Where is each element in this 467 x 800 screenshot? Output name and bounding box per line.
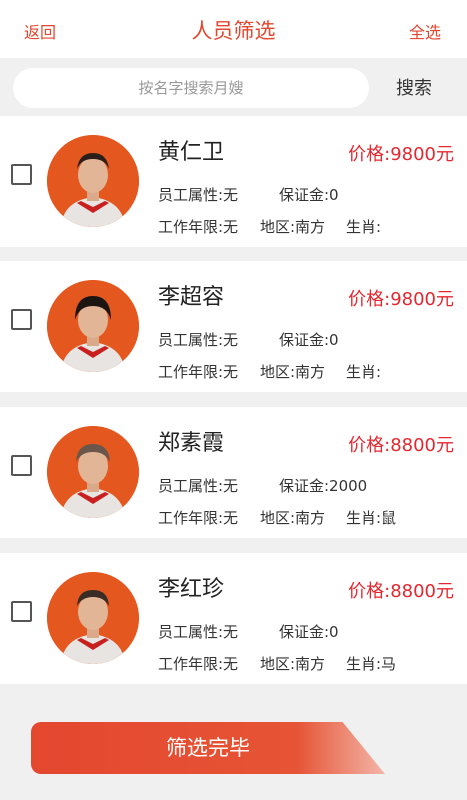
employee-card[interactable]: 黄仁卫 价格:9800元 员工属性:无 保证金:0 工作年限:无 地区:南方 生… bbox=[0, 116, 467, 247]
employee-years: 工作年限:无 bbox=[158, 363, 239, 381]
employee-price: 价格:8800元 bbox=[348, 435, 454, 456]
employee-avatar bbox=[47, 135, 139, 227]
employee-avatar bbox=[47, 426, 139, 518]
employee-region: 地区:南方 bbox=[260, 509, 326, 527]
employee-price: 价格:8800元 bbox=[348, 581, 454, 602]
employee-attribute: 员工属性:无 bbox=[158, 477, 239, 495]
search-input[interactable] bbox=[13, 68, 369, 108]
search-bar: 搜索 bbox=[0, 58, 467, 116]
finish-filter-button[interactable]: 筛选完毕 bbox=[31, 722, 385, 774]
employee-name: 李超容 bbox=[158, 285, 225, 310]
select-checkbox[interactable] bbox=[11, 601, 32, 622]
employee-deposit: 保证金:2000 bbox=[279, 477, 368, 495]
employee-name: 黄仁卫 bbox=[158, 140, 225, 165]
employee-attribute: 员工属性:无 bbox=[158, 623, 239, 641]
employee-attribute: 员工属性:无 bbox=[158, 186, 239, 204]
employee-zodiac: 生肖:鼠 bbox=[346, 509, 397, 527]
page-title: 人员筛选 bbox=[191, 19, 276, 43]
employee-years: 工作年限:无 bbox=[158, 655, 239, 673]
employee-card[interactable]: 李红珍 价格:8800元 员工属性:无 保证金:0 工作年限:无 地区:南方 生… bbox=[0, 553, 467, 684]
search-button[interactable]: 搜索 bbox=[396, 74, 432, 100]
employee-price: 价格:9800元 bbox=[348, 289, 454, 310]
select-checkbox[interactable] bbox=[11, 164, 32, 185]
select-checkbox[interactable] bbox=[11, 455, 32, 476]
employee-avatar bbox=[47, 572, 139, 664]
employee-name: 李红珍 bbox=[158, 577, 225, 602]
employee-region: 地区:南方 bbox=[260, 655, 326, 673]
top-nav-bar: 返回 人员筛选 全选 bbox=[0, 0, 467, 58]
footer-bar: 筛选完毕 bbox=[0, 684, 467, 800]
employee-zodiac: 生肖: bbox=[346, 363, 382, 381]
employee-card[interactable]: 李超容 价格:9800元 员工属性:无 保证金:0 工作年限:无 地区:南方 生… bbox=[0, 261, 467, 392]
employee-attribute: 员工属性:无 bbox=[158, 331, 239, 349]
employee-region: 地区:南方 bbox=[260, 363, 326, 381]
employee-deposit: 保证金:0 bbox=[279, 623, 339, 641]
employee-years: 工作年限:无 bbox=[158, 509, 239, 527]
employee-years: 工作年限:无 bbox=[158, 218, 239, 236]
employee-price: 价格:9800元 bbox=[348, 144, 454, 165]
employee-zodiac: 生肖:马 bbox=[346, 655, 397, 673]
employee-region: 地区:南方 bbox=[260, 218, 326, 236]
employee-deposit: 保证金:0 bbox=[279, 186, 339, 204]
employee-card[interactable]: 郑素霞 价格:8800元 员工属性:无 保证金:2000 工作年限:无 地区:南… bbox=[0, 407, 467, 538]
employee-avatar bbox=[47, 280, 139, 372]
employee-name: 郑素霞 bbox=[158, 431, 225, 456]
select-checkbox[interactable] bbox=[11, 309, 32, 330]
employee-zodiac: 生肖: bbox=[346, 218, 382, 236]
select-all-button[interactable]: 全选 bbox=[409, 19, 441, 43]
employee-deposit: 保证金:0 bbox=[279, 331, 339, 349]
